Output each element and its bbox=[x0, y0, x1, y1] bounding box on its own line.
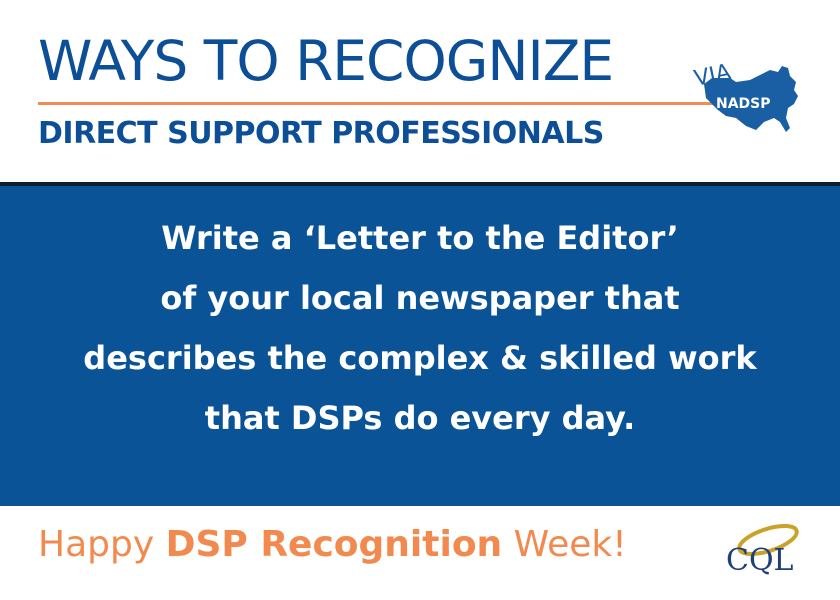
message-line: of your local newspaper that bbox=[160, 279, 680, 317]
greeting-text-1: Happy bbox=[38, 524, 166, 565]
greeting-text-2: Week! bbox=[502, 524, 627, 565]
message-panel: Write a ‘Letter to the Editor’ of your l… bbox=[0, 182, 840, 510]
greeting-text-bold: DSP Recognition bbox=[165, 524, 503, 565]
message-line: Write a ‘Letter to the Editor’ bbox=[161, 219, 679, 257]
header: WAYS TO RECOGNIZE DIRECT SUPPORT PROFESS… bbox=[0, 0, 840, 182]
footer: Happy DSP Recognition Week! CQL bbox=[0, 506, 840, 600]
via-nadsp-logo: VIA NADSP bbox=[692, 60, 798, 132]
message-line: that DSPs do every day. bbox=[204, 399, 636, 437]
page-subtitle: DIRECT SUPPORT PROFESSIONALS bbox=[38, 116, 604, 151]
page-title: WAYS TO RECOGNIZE bbox=[38, 29, 614, 93]
cql-label: CQL bbox=[726, 543, 794, 578]
cql-logo: CQL bbox=[726, 524, 799, 578]
message-line: describes the complex & skilled work bbox=[83, 339, 757, 377]
recognition-week-greeting: Happy DSP Recognition Week! bbox=[38, 520, 627, 570]
message-text: Write a ‘Letter to the Editor’ of your l… bbox=[40, 208, 800, 448]
title-divider bbox=[38, 102, 718, 105]
nadsp-label: NADSP bbox=[716, 96, 771, 112]
